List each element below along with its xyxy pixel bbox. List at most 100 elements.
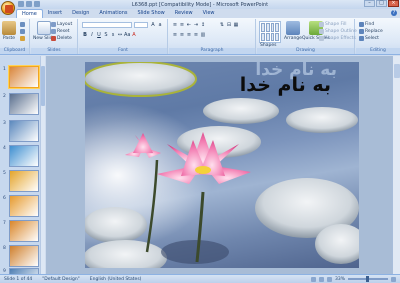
numbering-icon[interactable]: ≡ [179, 22, 185, 28]
shape-item[interactable] [270, 32, 275, 41]
shape-item[interactable] [265, 32, 270, 41]
justify-icon[interactable]: ≡ [193, 32, 199, 38]
shape-item[interactable] [261, 23, 265, 32]
slides-group-label: Slides [31, 48, 77, 54]
italic-icon[interactable]: I [89, 32, 95, 38]
bullets-icon[interactable]: ≡ [172, 22, 178, 28]
slide-canvas[interactable]: به نام خدا به نام خدا [85, 62, 359, 268]
paragraph-group: ≡ ≡ ⇤ ⇥ ↕ ≡ ≡ ≡ ≡ ▥ ⇅ ⊟ ▦ Paragraph [169, 19, 256, 54]
vertical-scrollbar[interactable] [392, 56, 400, 274]
shape-fill-button[interactable]: Shape Fill [319, 22, 347, 27]
align-center-icon[interactable]: ≡ [179, 32, 185, 38]
clipboard-group: Paste Clipboard [0, 19, 30, 54]
list-buttons: ≡ ≡ ⇤ ⇥ ↕ [172, 22, 206, 28]
font-size-combo[interactable] [134, 22, 148, 28]
tab-design[interactable]: Design [67, 9, 94, 18]
font-color-icon[interactable]: A [131, 32, 137, 38]
grow-font-icon[interactable]: A [150, 22, 156, 28]
smartart-icon[interactable]: ▦ [233, 22, 239, 28]
tab-view[interactable]: View [198, 9, 220, 18]
slide-thumbnail[interactable]: 1 [3, 66, 41, 89]
arrange-button[interactable]: Arrange [284, 21, 302, 41]
text-direction-icon[interactable]: ⇅ [219, 22, 225, 28]
tab-slide-show[interactable]: Slide Show [132, 9, 169, 18]
format-painter-button[interactable] [20, 36, 25, 41]
find-icon [359, 22, 364, 27]
replace-button[interactable]: Replace [359, 29, 383, 34]
drawing-group: Shapes Arrange Quick Styles Shape Fill S… [257, 19, 357, 54]
delete-button[interactable]: Delete [51, 36, 72, 41]
increase-indent-icon[interactable]: ⇥ [193, 22, 199, 28]
align-left-icon[interactable]: ≡ [172, 32, 178, 38]
office-logo-icon [5, 5, 13, 13]
zoom-slider-handle[interactable] [366, 276, 369, 282]
shape-fill-label: Shape Fill [325, 22, 347, 27]
maximize-button[interactable]: □ [376, 0, 387, 7]
reset-button[interactable]: Reset [51, 29, 70, 34]
slide-show-icon[interactable] [326, 276, 332, 282]
char-spacing-icon[interactable]: ↔ [117, 32, 123, 38]
tab-home[interactable]: Home [16, 9, 43, 18]
align-right-icon[interactable]: ≡ [186, 32, 192, 38]
shrink-font-icon[interactable]: a [157, 22, 163, 28]
layout-button[interactable]: Layout [51, 22, 72, 27]
cut-icon [20, 22, 25, 27]
change-case-icon[interactable]: Aa [124, 32, 130, 38]
drawing-group-label: Drawing [257, 48, 354, 54]
window-title: L6368.ppt [Compatibility Mode] - Microso… [131, 2, 269, 8]
cut-button[interactable] [20, 22, 25, 27]
zoom-level[interactable]: 33% [335, 277, 345, 282]
scrollbar-thumb[interactable] [41, 66, 45, 106]
paste-button[interactable]: Paste [2, 21, 16, 41]
slide-thumbnail[interactable]: 7 [3, 220, 41, 243]
normal-view-icon[interactable] [310, 276, 316, 282]
shape-item[interactable] [275, 23, 279, 32]
underline-icon[interactable]: U [96, 32, 102, 38]
font-group-label: Font [79, 48, 167, 54]
slide-sorter-icon[interactable] [318, 276, 324, 282]
bold-icon[interactable]: B [82, 32, 88, 38]
slide-thumbnail[interactable]: 2 [3, 93, 41, 116]
shape-outline-button[interactable]: Shape Outline [319, 29, 357, 34]
slide-thumbnail[interactable]: 3 [3, 120, 41, 143]
copy-button[interactable] [20, 29, 25, 34]
tab-insert[interactable]: Insert [43, 9, 67, 18]
language-indicator[interactable]: English (United States) [90, 277, 142, 282]
line-spacing-icon[interactable]: ↕ [200, 22, 206, 28]
tab-review[interactable]: Review [170, 9, 198, 18]
thumbnail-image [9, 220, 39, 242]
close-button[interactable]: × [388, 0, 399, 7]
tab-animations[interactable]: Animations [94, 9, 132, 18]
slide-thumbnail[interactable]: 6 [3, 195, 41, 218]
strikethrough-icon[interactable]: S [103, 32, 109, 38]
slide-thumbnail[interactable]: 4 [3, 145, 41, 168]
minimize-button[interactable]: – [364, 0, 375, 7]
shape-item[interactable] [265, 23, 270, 32]
paragraph-group-label: Paragraph [169, 48, 255, 54]
select-button[interactable]: Select [359, 36, 379, 41]
decrease-indent-icon[interactable]: ⇤ [186, 22, 192, 28]
thumbnails-scrollbar[interactable] [40, 56, 45, 274]
shape-item[interactable] [270, 23, 275, 32]
align-text-icon[interactable]: ⊟ [226, 22, 232, 28]
help-icon[interactable]: ? [391, 10, 397, 16]
shape-item[interactable] [275, 32, 279, 41]
shape-effects-button[interactable]: Shape Effects [319, 36, 356, 41]
font-name-combo[interactable] [82, 22, 132, 28]
shape-item[interactable] [261, 32, 265, 41]
slide-thumbnails-panel: 1 2 3 4 5 6 7 8 9 [0, 56, 45, 274]
thumbnail-image [9, 145, 39, 167]
slide-thumbnail[interactable]: 5 [3, 170, 41, 193]
fit-to-window-icon[interactable] [391, 276, 396, 282]
shape-outline-label: Shape Outline [325, 29, 357, 34]
zoom-slider[interactable] [348, 276, 388, 282]
thumbnail-image [9, 93, 39, 115]
columns-icon[interactable]: ▥ [200, 32, 206, 38]
shadow-icon[interactable]: s [110, 32, 116, 38]
scrollbar-thumb[interactable] [394, 64, 400, 78]
slide-title[interactable]: به نام خدا [240, 74, 331, 96]
shapes-gallery[interactable] [259, 21, 281, 43]
find-button[interactable]: Find [359, 22, 374, 27]
office-button[interactable] [1, 1, 15, 15]
slide-thumbnail[interactable]: 8 [3, 245, 41, 268]
